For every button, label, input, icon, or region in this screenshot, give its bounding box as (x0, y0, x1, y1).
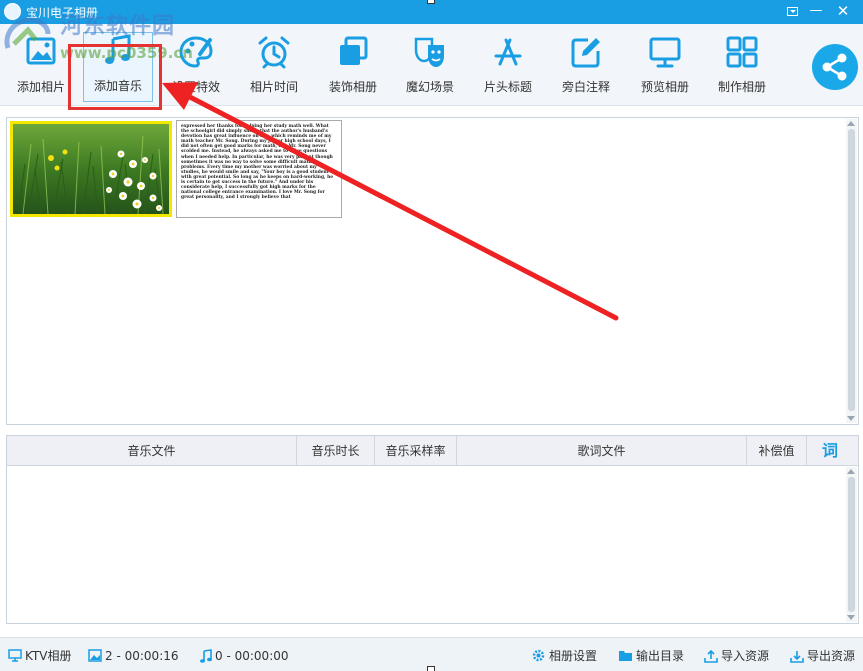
scrollbar-thumb[interactable] (848, 129, 855, 411)
watermark-site-name: 河东软件园 (60, 14, 176, 39)
scroll-down-arrow-icon[interactable] (847, 615, 855, 620)
music-note-icon (200, 648, 212, 663)
scroll-down-arrow-icon[interactable] (847, 416, 855, 421)
col-sample-rate[interactable]: 音乐采样率 (375, 436, 457, 466)
resize-handle-top[interactable] (427, 0, 435, 4)
monitor-icon (8, 649, 22, 662)
lyric-icon[interactable]: 词 (819, 440, 841, 462)
export-resource-label: 导出资源 (807, 649, 856, 663)
narration-button[interactable]: 旁白注释 (548, 34, 624, 102)
share-icon (822, 53, 847, 81)
export-resource-button[interactable]: 导出资源 (790, 647, 855, 665)
download-icon (790, 650, 804, 663)
album-settings-label: 相册设置 (549, 649, 598, 663)
resize-handle-bottom[interactable] (427, 666, 435, 671)
close-button[interactable]: ✕ (833, 2, 853, 20)
set-effects-label: 设置特效 (171, 80, 220, 94)
photo-count-status: 2 - 00:00:16 (88, 647, 179, 665)
output-dir-label: 输出目录 (636, 649, 685, 663)
music-list-panel: 音乐文件 音乐时长 音乐采样率 歌词文件 补偿值 词 (6, 435, 859, 624)
narration-label: 旁白注释 (561, 80, 610, 94)
theater-masks-icon (414, 37, 444, 67)
photo-count: 2 (105, 649, 113, 663)
image-icon (88, 649, 102, 662)
annotation-highlight-box (68, 44, 162, 110)
scroll-up-arrow-icon[interactable] (847, 469, 855, 474)
make-album-label: 制作相册 (717, 80, 766, 94)
col-music-duration[interactable]: 音乐时长 (297, 436, 375, 466)
col-offset[interactable]: 补偿值 (747, 436, 807, 466)
photo-time-label: 相片时间 (249, 80, 298, 94)
music-count: 0 (215, 649, 223, 663)
grid-icon (726, 36, 758, 68)
opening-title-label: 片头标题 (483, 80, 532, 94)
decorate-album-button[interactable]: 装饰相册 (315, 34, 391, 102)
output-dir-button[interactable]: 输出目录 (618, 647, 684, 665)
magic-scene-label: 魔幻场景 (405, 80, 454, 94)
watermark-logo (4, 17, 51, 49)
monitor-icon (649, 37, 681, 68)
photo-list-panel: expressed her thanks for helping her stu… (6, 117, 859, 425)
minimize-button[interactable]: — (806, 2, 826, 20)
ktv-album-button[interactable]: KTV相册 (8, 647, 71, 665)
edit-pen-icon (571, 38, 600, 68)
magic-scene-button[interactable]: 魔幻场景 (392, 34, 468, 102)
music-table-header: 音乐文件 音乐时长 音乐采样率 歌词文件 补偿值 词 (7, 436, 858, 466)
upload-icon (704, 649, 718, 663)
photo-thumbnail-grass[interactable] (10, 121, 172, 217)
ktv-album-label: KTV相册 (25, 649, 72, 663)
gear-icon (532, 649, 545, 662)
scrollbar-thumb[interactable] (848, 477, 855, 612)
import-resource-label: 导入资源 (721, 649, 770, 663)
share-button[interactable] (812, 44, 858, 90)
opening-title-button[interactable]: 片头标题 (470, 34, 546, 102)
album-settings-button[interactable]: 相册设置 (531, 647, 597, 665)
preview-album-button[interactable]: 预览相册 (627, 34, 703, 102)
decorate-frames-icon (340, 36, 368, 65)
menu-dropdown-button[interactable] (782, 2, 802, 20)
make-album-button[interactable]: 制作相册 (704, 34, 780, 102)
grass-flowers-image (13, 124, 169, 214)
scroll-up-arrow-icon[interactable] (847, 121, 855, 126)
music-list-scrollbar[interactable] (846, 467, 857, 622)
alarm-clock-icon (258, 36, 290, 69)
import-resource-button[interactable]: 导入资源 (704, 647, 769, 665)
folder-icon (619, 651, 632, 661)
photo-duration: 00:00:16 (124, 649, 179, 663)
preview-album-label: 预览相册 (640, 80, 689, 94)
col-lyric-file[interactable]: 歌词文件 (457, 436, 747, 466)
photo-thumbnail-document[interactable]: expressed her thanks for helping her stu… (176, 120, 342, 218)
decorate-album-label: 装饰相册 (328, 80, 377, 94)
music-count-status: 0 - 00:00:00 (199, 647, 289, 665)
app-store-a-icon (494, 38, 522, 66)
col-music-file[interactable]: 音乐文件 (7, 436, 297, 466)
document-text: expressed her thanks for helping her stu… (181, 124, 334, 201)
music-duration: 00:00:00 (234, 649, 289, 663)
photo-time-button[interactable]: 相片时间 (236, 34, 312, 102)
photo-list-scrollbar[interactable] (846, 119, 857, 423)
